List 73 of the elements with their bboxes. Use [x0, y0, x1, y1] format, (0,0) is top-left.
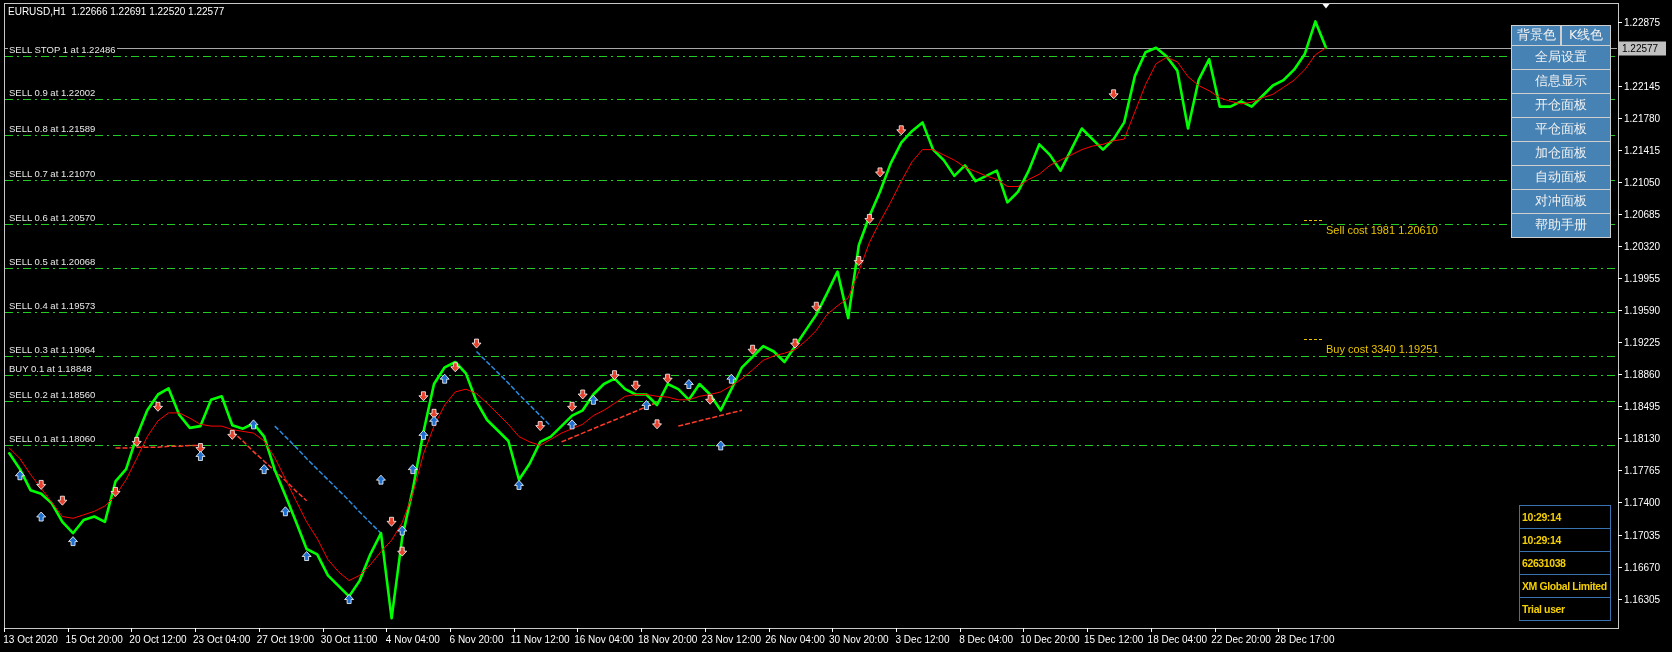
- info-cell: XM Global Limited: [1519, 574, 1611, 598]
- time-axis-label: 3 Dec 12:00: [895, 634, 950, 645]
- color-button[interactable]: 背景色: [1511, 25, 1561, 46]
- price-axis-label: 1.21415: [1624, 145, 1661, 156]
- price-axis-label: 1.17035: [1624, 530, 1661, 541]
- info-cell: 10:29:14: [1519, 528, 1611, 552]
- time-axis-label: 16 Nov 04:00: [574, 634, 634, 645]
- order-label: SELL 0.1 at 1.18060: [8, 433, 97, 444]
- cost-label: Buy cost 3340 1.19251: [1326, 342, 1439, 355]
- order-label: SELL 0.7 at 1.21070: [8, 169, 97, 180]
- price-axis-label: 1.22145: [1624, 81, 1661, 92]
- info-cell: Trial user: [1519, 597, 1611, 621]
- info-cell: 62631038: [1519, 551, 1611, 575]
- order-label: SELL 0.8 at 1.21589: [8, 123, 97, 134]
- current-price-tag: 1.22577: [1619, 41, 1666, 56]
- cost-label: Sell cost 1981 1.20610: [1326, 223, 1438, 236]
- time-axis-label: 20 Oct 12:00: [129, 634, 187, 645]
- time-axis-label: 15 Dec 12:00: [1083, 634, 1144, 645]
- order-label: SELL 0.3 at 1.19064: [8, 345, 97, 356]
- panel-button[interactable]: 加仓面板: [1511, 141, 1611, 166]
- price-axis-label: 1.21780: [1624, 113, 1661, 124]
- cost-level-line: [1303, 220, 1325, 221]
- panel-button[interactable]: 自动面板: [1511, 165, 1611, 190]
- time-axis-label: 13 Oct 2020: [3, 634, 58, 645]
- order-label: SELL 0.9 at 1.22002: [8, 87, 97, 98]
- time-axis-label: 27 Oct 19:00: [256, 634, 314, 645]
- time-axis-label: 8 Dec 04:00: [959, 634, 1014, 645]
- time-axis-label: 6 Nov 20:00: [449, 634, 504, 645]
- price-axis-label: 1.16670: [1624, 562, 1661, 573]
- price-axis-label: 1.18860: [1624, 369, 1661, 380]
- order-label: SELL 0.4 at 1.19573: [8, 300, 97, 311]
- price-axis-label: 1.19590: [1624, 305, 1661, 316]
- order-label: SELL 0.5 at 1.20068: [8, 257, 97, 268]
- price-axis-label: 1.21050: [1624, 177, 1661, 188]
- time-axis-label: 30 Nov 20:00: [829, 634, 889, 645]
- panel-button[interactable]: 信息显示: [1511, 69, 1611, 94]
- time-axis-label: 18 Dec 04:00: [1147, 634, 1208, 645]
- order-label: SELL STOP 1 at 1.22486: [8, 45, 117, 55]
- time-axis-label: 28 Dec 17:00: [1275, 634, 1335, 645]
- info-cell: 10:29:14: [1519, 505, 1611, 529]
- time-axis-label: 22 Dec 20:00: [1211, 634, 1271, 645]
- order-label: SELL 0.6 at 1.20570: [8, 213, 97, 224]
- order-label: BUY 0.1 at 1.18848: [8, 364, 93, 375]
- order-label: SELL 0.2 at 1.18560: [8, 389, 97, 400]
- time-axis-label: 10 Dec 20:00: [1020, 634, 1080, 645]
- cost-level-line: [1303, 339, 1325, 340]
- color-button[interactable]: K线色: [1561, 25, 1611, 46]
- price-axis-label: 1.18130: [1624, 433, 1661, 444]
- price-axis-label: 1.18495: [1624, 401, 1661, 412]
- panel-button[interactable]: 开仓面板: [1511, 93, 1611, 118]
- panel-button[interactable]: 全局设置: [1511, 45, 1611, 70]
- time-axis-label: 23 Oct 04:00: [193, 634, 251, 645]
- time-axis-label: 30 Oct 11:00: [320, 634, 378, 645]
- panel-button[interactable]: 对冲面板: [1511, 189, 1611, 214]
- chart-title: EURUSD,H1 1.22666 1.22691 1.22520 1.22577: [8, 6, 225, 18]
- time-axis-label: 23 Nov 12:00: [701, 634, 762, 645]
- time-axis-label: 26 Nov 04:00: [765, 634, 825, 645]
- price-axis-label: 1.20685: [1624, 209, 1661, 220]
- ref-line-label: 1.22577: [1622, 43, 1659, 54]
- price-axis-label: 1.19225: [1624, 337, 1661, 348]
- time-axis-label: 11 Nov 12:00: [510, 634, 570, 645]
- price-axis-label: 1.22875: [1624, 17, 1661, 28]
- time-axis-label: 15 Oct 20:00: [65, 634, 123, 645]
- panel-button[interactable]: 帮助手册: [1511, 213, 1611, 238]
- price-axis-label: 1.19955: [1624, 273, 1661, 284]
- time-axis-label: 18 Nov 20:00: [637, 634, 698, 645]
- price-axis-label: 1.17765: [1624, 465, 1661, 476]
- panel-button[interactable]: 平仓面板: [1511, 117, 1611, 142]
- down-triangle-icon: [1322, 4, 1330, 9]
- price-axis-label: 1.16305: [1624, 594, 1661, 605]
- time-axis-label: 4 Nov 04:00: [385, 634, 440, 645]
- price-axis-label: 1.20320: [1624, 241, 1661, 252]
- price-axis-label: 1.17400: [1624, 497, 1661, 508]
